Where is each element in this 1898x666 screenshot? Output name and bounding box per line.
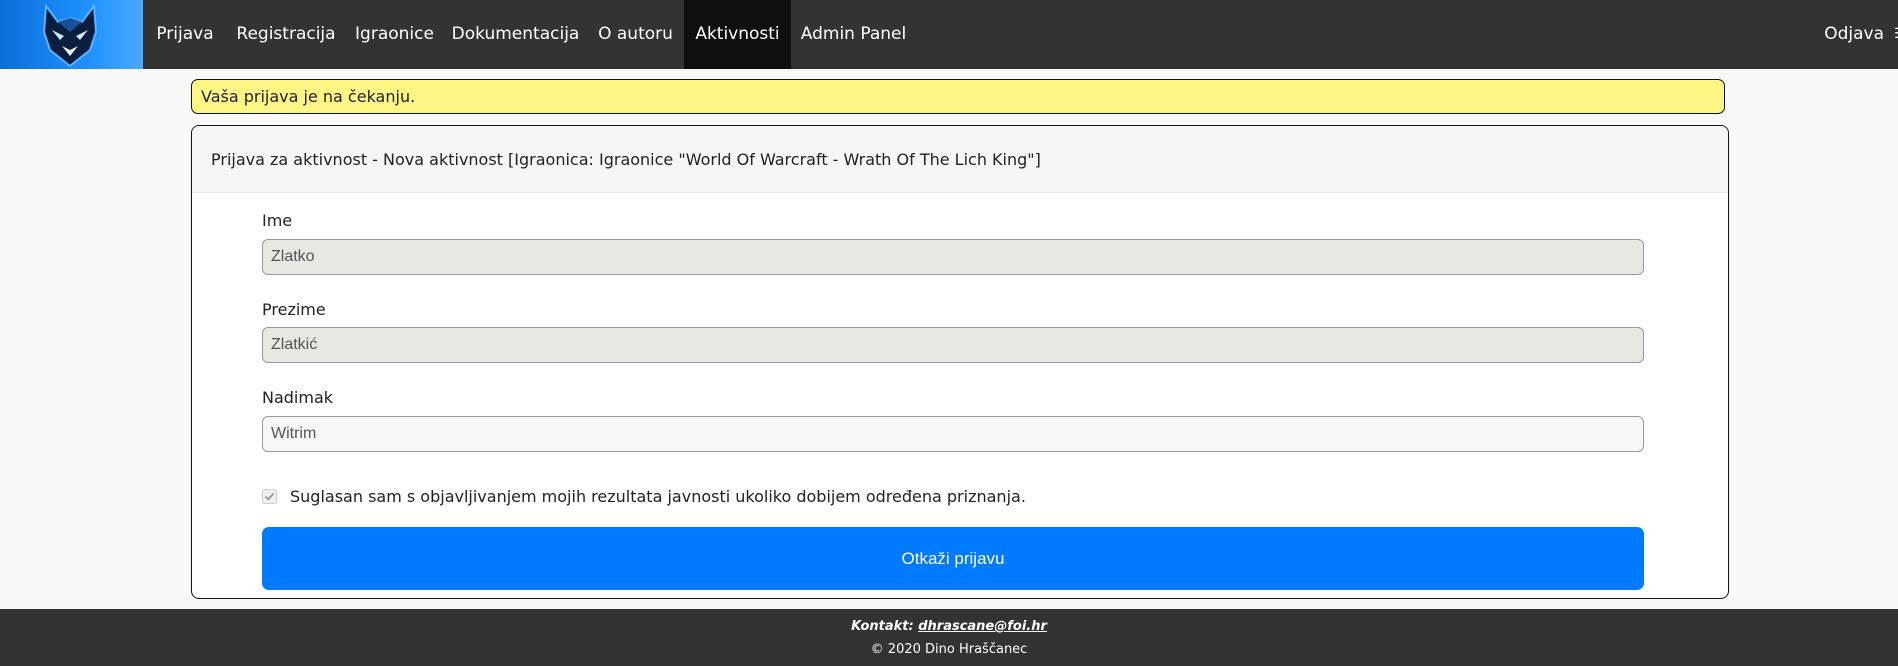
consent-checkbox[interactable] <box>262 489 277 504</box>
cancel-application-button[interactable]: Otkaži prijavu <box>262 527 1644 590</box>
nav-item-o-autoru[interactable]: O autoru <box>587 0 684 69</box>
first-name-field[interactable] <box>262 239 1644 275</box>
nav-item-dokumentacija[interactable]: Dokumentacija <box>444 0 587 69</box>
check-icon <box>264 492 275 501</box>
copyright: © 2020 Dino Hraščanec <box>870 642 1028 657</box>
nav-item-prijava[interactable]: Prijava <box>143 0 227 69</box>
nav-item-admin-panel[interactable]: Admin Panel <box>791 0 916 69</box>
logout-link[interactable]: Odjava <box>1824 0 1884 69</box>
registration-card: Prijava za aktivnost - Nova aktivnost [I… <box>191 125 1729 599</box>
nickname-label: Nadimak <box>262 388 334 407</box>
nickname-field[interactable] <box>262 416 1644 452</box>
menu-toggle-icon[interactable]: ☰ <box>1894 0 1898 69</box>
contact-prefix: Kontakt: <box>851 619 914 634</box>
nav-item-aktivnosti[interactable]: Aktivnosti <box>684 0 791 69</box>
wolf-logo-icon <box>42 3 98 68</box>
nav-item-registracija[interactable]: Registracija <box>227 0 345 69</box>
last-name-field[interactable] <box>262 327 1644 363</box>
contact-email-link[interactable]: dhrascane@foi.hr <box>918 619 1047 634</box>
card-title: Prijava za aktivnost - Nova aktivnost [I… <box>192 126 1728 193</box>
top-navbar: Prijava Registracija Igraonice Dokumenta… <box>0 0 1898 69</box>
last-name-label: Prezime <box>262 300 326 319</box>
first-name-label: Ime <box>262 211 293 230</box>
status-alert: Vaša prijava je na čekanju. <box>191 79 1725 114</box>
footer: Kontakt: dhrascane@foi.hr © 2020 Dino Hr… <box>0 609 1898 666</box>
logo[interactable] <box>0 0 143 69</box>
consent-label: Suglasan sam s objavljivanjem mojih rezu… <box>290 487 1026 506</box>
nav-item-igraonice[interactable]: Igraonice <box>345 0 444 69</box>
footer-contact: Kontakt: dhrascane@foi.hr <box>0 619 1898 634</box>
